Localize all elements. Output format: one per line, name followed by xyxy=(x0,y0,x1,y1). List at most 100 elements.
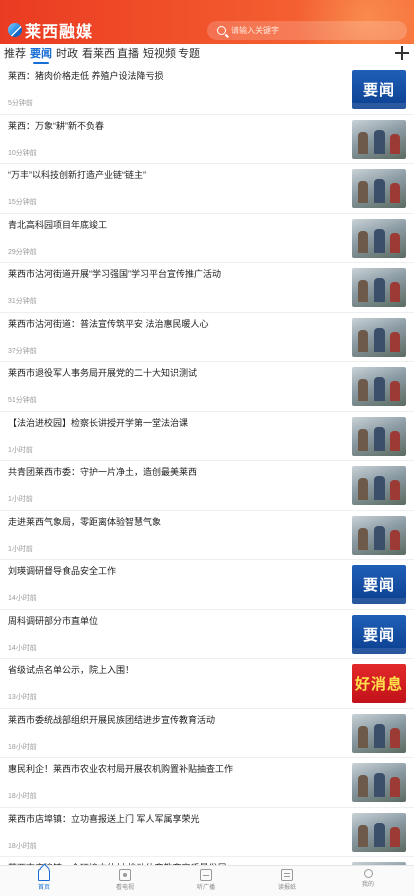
badge-label: 要闻 xyxy=(362,82,395,99)
thumbnail-figure xyxy=(390,826,400,847)
headline-badge: 要闻 xyxy=(352,70,406,109)
news-title: 惠民利企！莱西市农业农村局开展农机购置补贴抽查工作 xyxy=(8,764,234,774)
search-bar[interactable] xyxy=(207,21,407,40)
thumbnail-figure xyxy=(390,529,400,550)
news-time: 1小时前 xyxy=(8,545,33,553)
news-thumbnail xyxy=(352,317,406,357)
nav-newspaper-label: 读报纸 xyxy=(277,885,296,891)
thumbnail-figure xyxy=(390,727,400,748)
nav-tv-label: 看电视 xyxy=(115,885,134,891)
news-time: 1小时前 xyxy=(8,496,33,503)
news-item[interactable]: 莱西市店埠镇：今环境文体村 推动体育教育高质量发展 xyxy=(0,857,414,865)
tab-politics[interactable]: 时政 xyxy=(56,46,78,63)
tab-recommend[interactable]: 推荐 xyxy=(4,46,26,63)
logo-icon xyxy=(8,23,22,37)
news-item[interactable]: 共青团莱西市委：守护一片净土，造创最美莱西 1小时前 xyxy=(0,461,414,511)
news-item[interactable]: 刘瑛调研督导食品安全工作 14小时前 要闻 xyxy=(0,560,414,610)
thumbnail-figure xyxy=(390,381,400,401)
thumbnail-figure xyxy=(358,379,368,401)
news-item[interactable]: 青北高科园项目年底竣工 29分钟前 xyxy=(0,214,414,263)
tv-icon xyxy=(119,869,131,881)
thumbnail-figure xyxy=(390,183,400,203)
news-item[interactable]: 莱西：猪肉价格走低 养殖户设法降亏损 5分钟前 要闻 xyxy=(0,65,414,115)
news-title: 莱西市委统战部组织开展民族团结进步宣传教育活动 xyxy=(8,714,216,725)
nav-radio[interactable]: 听广播 xyxy=(176,869,236,896)
thumbnail-figure xyxy=(390,282,400,302)
news-thumbnail xyxy=(352,713,406,753)
tab-see-laixi[interactable]: 看莱西 xyxy=(82,46,115,63)
thumbnail-figure xyxy=(374,327,385,352)
news-title: 走进莱西气象局，零距离体验智慧气象 xyxy=(8,516,162,527)
thumbnail-figure xyxy=(374,773,385,797)
thumbnail-figure xyxy=(358,725,368,748)
news-title: 【法治进校园】检察长讲授开学第一堂法治课 xyxy=(8,417,189,428)
news-item[interactable]: 省级试点名单公示，院上入围！ 13小时前 好消息 xyxy=(0,659,414,709)
thumbnail-figure xyxy=(358,824,368,847)
news-time: 14小时前 xyxy=(8,595,37,602)
news-item[interactable]: 莱西市沽河街道：普法宣传筑平安 法治惠民暖人心 37分钟前 xyxy=(0,313,414,362)
news-item[interactable]: 莱西市沽河街道开展“学习强国”学习平台宣传推广活动 31分钟前 xyxy=(0,263,414,313)
tab-special[interactable]: 专题 xyxy=(178,46,200,63)
news-time: 18小时前 xyxy=(8,743,37,751)
news-thumbnail xyxy=(352,218,406,258)
tab-headline-news[interactable]: 要闻 xyxy=(30,46,52,64)
news-time: 31分钟前 xyxy=(8,298,37,305)
thumbnail-figure xyxy=(358,181,368,203)
thumbnail-figure xyxy=(358,131,368,154)
thumbnail-figure xyxy=(358,527,368,550)
nav-home[interactable]: 首页 xyxy=(14,869,74,896)
nav-radio-label: 听广播 xyxy=(196,885,215,891)
news-item[interactable]: 莱西市退役军人事务局开展党的二十大知识测试 51分钟前 xyxy=(0,362,414,412)
thumbnail-figure xyxy=(390,331,400,352)
news-title: 莱西：猪肉价格走低 养殖户设法降亏损 xyxy=(8,71,164,81)
thumbnail-figure xyxy=(358,329,368,352)
news-title: 莱西市沽河街道开展“学习强国”学习平台宣传推广活动 xyxy=(8,269,221,279)
news-item[interactable]: 走进莱西气象局，零距离体验智慧气象 1小时前 xyxy=(0,511,414,560)
badge-label: 好消息 xyxy=(354,676,403,693)
thumbnail-figure xyxy=(358,775,368,797)
news-item[interactable]: 惠民利企！莱西市农业农村局开展农机购置补贴抽查工作 18小时前 xyxy=(0,758,414,808)
thumbnail-figure xyxy=(374,426,385,451)
radio-icon xyxy=(200,869,212,881)
nav-profile[interactable]: 我的 xyxy=(338,869,398,896)
news-item[interactable]: “万丰”以科技创新打造产业链“链主” 15分钟前 xyxy=(0,164,414,214)
news-thumbnail xyxy=(352,169,406,208)
news-thumbnail xyxy=(352,367,406,406)
channel-tabs: 推荐 要闻 时政 看莱西 直播 短视频 专题 xyxy=(0,44,414,65)
news-item[interactable]: 莱西市店埠镇：立功喜报送上门 军人军属享荣光 18小时前 xyxy=(0,808,414,857)
tab-short-video[interactable]: 短视频 xyxy=(143,46,176,63)
news-title: 莱西：万象“耕”新不负春 xyxy=(8,120,104,131)
thumbnail-figure xyxy=(374,377,385,401)
thumbnail-figure xyxy=(358,478,368,500)
thumbnail-figure xyxy=(358,280,368,302)
news-list: 莱西：猪肉价格走低 养殖户设法降亏损 5分钟前 要闻 莱西：万象“耕”新不负春 10分钟… xyxy=(0,65,414,865)
news-thumbnail xyxy=(352,416,406,456)
news-item[interactable]: 莱西：万象“耕”新不负春 10分钟前 xyxy=(0,115,414,164)
thumbnail-figure xyxy=(390,232,400,253)
news-item[interactable]: 周科调研部分市直单位 14小时前 要闻 xyxy=(0,610,414,659)
news-time: 5分钟前 xyxy=(8,100,33,107)
news-item[interactable]: 莱西市委统战部组织开展民族团结进步宣传教育活动 18小时前 xyxy=(0,709,414,758)
thumbnail-figure xyxy=(358,230,368,253)
nav-profile-label: 我的 xyxy=(361,882,374,888)
headline-badge: 要闻 xyxy=(352,565,406,604)
bottom-nav: 首页 看电视 听广播 读报纸 我的 xyxy=(0,865,414,896)
news-thumbnail xyxy=(352,466,406,505)
nav-newspaper[interactable]: 读报纸 xyxy=(257,869,317,896)
news-time: 15分钟前 xyxy=(8,199,37,206)
thumbnail-figure xyxy=(374,476,385,500)
news-time: 18小时前 xyxy=(8,793,37,800)
tab-live[interactable]: 直播 xyxy=(117,46,139,63)
news-title: “万丰”以科技创新打造产业链“链主” xyxy=(8,170,146,180)
news-item[interactable]: 【法治进校园】检察长讲授开学第一堂法治课 1小时前 xyxy=(0,412,414,461)
news-time: 14小时前 xyxy=(8,644,37,652)
news-time: 51分钟前 xyxy=(8,397,37,404)
add-channel-icon[interactable] xyxy=(395,46,409,60)
thumbnail-figure xyxy=(390,430,400,451)
search-input[interactable] xyxy=(231,26,391,35)
news-title: 刘瑛调研督导食品安全工作 xyxy=(8,566,117,576)
nav-tv[interactable]: 看电视 xyxy=(95,869,155,896)
news-title: 莱西市退役军人事务局开展党的二十大知识测试 xyxy=(8,368,198,378)
thumbnail-figure xyxy=(374,278,385,302)
home-icon xyxy=(38,869,50,881)
